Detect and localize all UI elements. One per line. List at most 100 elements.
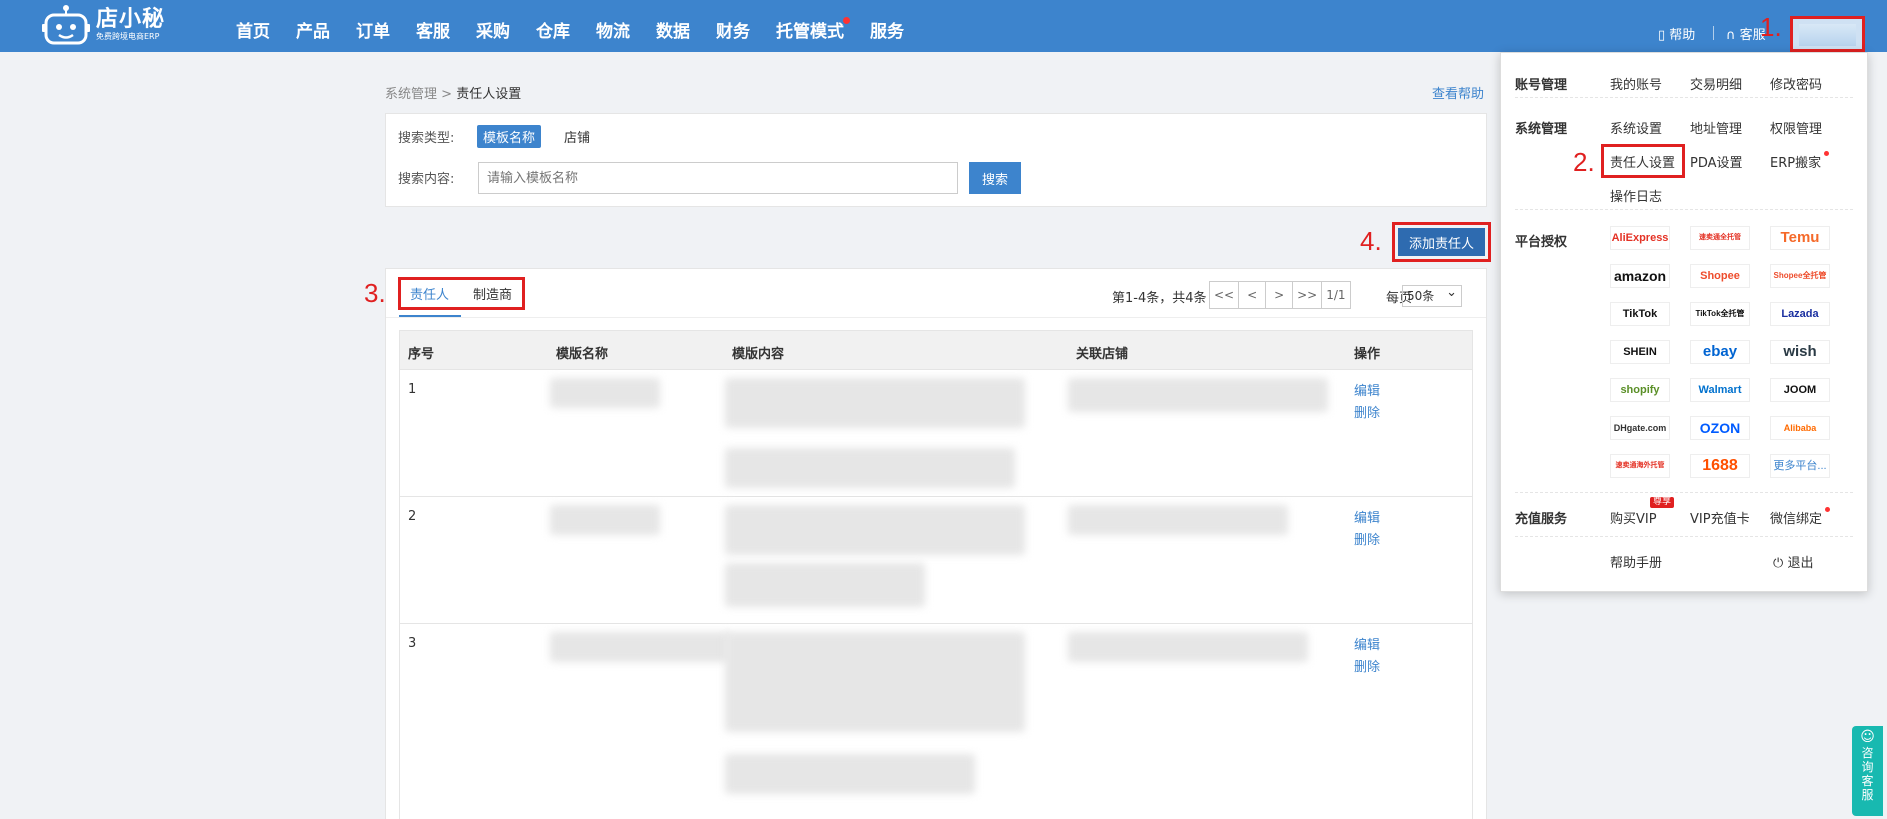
nav-customer-service[interactable]: 客服 (416, 0, 450, 52)
per-page-select[interactable]: 50条 (1402, 283, 1462, 307)
user-avatar-button[interactable] (1790, 16, 1865, 52)
th-template-name: 模版名称 (556, 347, 609, 362)
blurred-content (1068, 378, 1328, 412)
pager-prev[interactable]: < (1239, 282, 1267, 308)
table-header: 序号 模版名称 模版内容 关联店铺 操作 (399, 330, 1473, 370)
platform-1688[interactable]: 1688 (1690, 454, 1750, 478)
nav-services[interactable]: 服务 (870, 0, 904, 52)
row-index: 3 (408, 636, 417, 651)
dd-my-account[interactable]: 我的账号 (1610, 74, 1662, 93)
platform-shein[interactable]: SHEIN (1610, 340, 1670, 364)
dd-erp-migration-label: ERP搬家 (1770, 156, 1822, 171)
platform-shopee[interactable]: Shopee (1690, 264, 1750, 288)
dd-vip-card[interactable]: VIP充值卡 (1690, 508, 1750, 527)
edit-link[interactable]: 编辑 (1354, 380, 1380, 399)
dd-buy-vip[interactable]: 购买VIP (1610, 508, 1657, 527)
breadcrumb: 系统管理 > 责任人设置 (385, 83, 521, 102)
dd-pda-settings[interactable]: PDA设置 (1690, 152, 1743, 171)
dd-operation-log[interactable]: 操作日志 (1610, 186, 1662, 205)
platform-joom[interactable]: JOOM (1770, 378, 1830, 402)
pager-next[interactable]: > (1266, 282, 1294, 308)
tab-responsible[interactable]: 责任人 (410, 284, 449, 303)
dd-erp-migration[interactable]: ERP搬家 (1770, 151, 1830, 171)
consult-service-tab[interactable]: ☺ 咨询客服 (1852, 726, 1883, 816)
nav-data[interactable]: 数据 (656, 0, 690, 52)
annotation-4: 4. (1360, 226, 1382, 256)
edit-link[interactable]: 编辑 (1354, 507, 1380, 526)
logo[interactable]: 店小秘 免费跨境电商ERP (42, 2, 182, 48)
nav-hosting-mode[interactable]: 托管模式 (776, 0, 850, 52)
th-template-content: 模版内容 (732, 347, 785, 362)
breadcrumb-parent[interactable]: 系统管理 (385, 87, 437, 102)
platform-alibaba[interactable]: Alibaba (1770, 416, 1830, 440)
breadcrumb-separator: > (441, 87, 453, 102)
add-responsible-button[interactable]: 添加责任人 (1398, 228, 1485, 256)
table-panel: 责任人 制造商 第1-4条，共4条 << < > >> 1/1 每页 50条 序… (385, 268, 1487, 819)
platform-walmart[interactable]: Walmart (1690, 378, 1750, 402)
nav-warehouse[interactable]: 仓库 (536, 0, 570, 52)
top-nav-bar: 店小秘 免费跨境电商ERP 首页 产品 订单 客服 采购 仓库 物流 数据 财务… (0, 0, 1887, 52)
dd-transactions[interactable]: 交易明细 (1690, 74, 1742, 93)
main-nav: 首页 产品 订单 客服 采购 仓库 物流 数据 财务 托管模式 服务 (236, 0, 930, 52)
pager-first[interactable]: << (1210, 282, 1240, 308)
dd-address-management[interactable]: 地址管理 (1690, 118, 1742, 137)
pager-last[interactable]: >> (1293, 282, 1323, 308)
th-index: 序号 (408, 347, 435, 362)
platform-lazada[interactable]: Lazada (1770, 302, 1830, 326)
dd-logout[interactable]: ⏻ 退出 (1773, 552, 1813, 571)
search-button[interactable]: 搜索 (969, 162, 1021, 194)
search-type-label: 搜索类型: (398, 131, 455, 146)
header-help-link[interactable]: ▯ 帮助 (1658, 24, 1695, 43)
delete-link[interactable]: 删除 (1354, 529, 1380, 548)
agent-icon: ☺ (1860, 729, 1875, 745)
dd-section-platform: 平台授权 AliExpress 速卖通全托管 Temu amazon Shope… (1515, 210, 1853, 493)
headset-icon: ∩ (1726, 28, 1736, 43)
nav-purchase[interactable]: 采购 (476, 0, 510, 52)
platform-dhgate[interactable]: DHgate.com (1610, 416, 1670, 440)
dd-wechat-bind-label: 微信绑定 (1770, 512, 1823, 527)
nav-orders[interactable]: 订单 (356, 0, 390, 52)
platform-shopee-managed[interactable]: Shopee全托管 (1770, 264, 1830, 288)
pagination: << < > >> 1/1 (1209, 281, 1351, 309)
platform-ebay[interactable]: ebay (1690, 340, 1750, 364)
tab-manufacturer[interactable]: 制造商 (473, 284, 512, 303)
edit-link[interactable]: 编辑 (1354, 634, 1380, 653)
platform-temu[interactable]: Temu (1770, 226, 1830, 250)
platform-shopify[interactable]: shopify (1610, 378, 1670, 402)
table-row: 2 编辑 删除 (399, 497, 1473, 624)
annotation-3: 3. (364, 278, 386, 308)
breadcrumb-current: 责任人设置 (456, 87, 522, 102)
dd-permission-management[interactable]: 权限管理 (1770, 118, 1822, 137)
blurred-content (550, 632, 730, 662)
delete-link[interactable]: 删除 (1354, 402, 1380, 421)
dd-help-manual[interactable]: 帮助手册 (1610, 552, 1662, 571)
delete-link[interactable]: 删除 (1354, 656, 1380, 675)
platform-tiktok-managed[interactable]: TikTok全托管 (1690, 302, 1750, 326)
tabs-divider (386, 317, 1486, 318)
dd-change-password[interactable]: 修改密码 (1770, 74, 1822, 93)
platform-aliexpress-managed[interactable]: 速卖通全托管 (1690, 226, 1750, 250)
platform-more[interactable]: 更多平台... (1770, 454, 1830, 478)
nav-home[interactable]: 首页 (236, 0, 270, 52)
consult-service-label: 咨询客服 (1861, 746, 1874, 802)
platform-aliexpress-overseas[interactable]: 速卖通海外托管 (1610, 454, 1670, 478)
user-dropdown-menu: 账号管理 我的账号 交易明细 修改密码 系统管理 系统设置 地址管理 权限管理 … (1500, 52, 1868, 592)
nav-finance[interactable]: 财务 (716, 0, 750, 52)
platform-ozon[interactable]: OZON (1690, 416, 1750, 440)
dd-section-account: 账号管理 我的账号 交易明细 修改密码 (1515, 53, 1853, 98)
platform-aliexpress[interactable]: AliExpress (1610, 226, 1670, 250)
nav-logistics[interactable]: 物流 (596, 0, 630, 52)
platform-tiktok[interactable]: TikTok (1610, 302, 1670, 326)
view-help-link[interactable]: 查看帮助 (1432, 83, 1484, 102)
nav-products[interactable]: 产品 (296, 0, 330, 52)
dd-wechat-bind[interactable]: 微信绑定 (1770, 507, 1831, 527)
dd-system-settings[interactable]: 系统设置 (1610, 118, 1662, 137)
search-input[interactable] (478, 162, 958, 194)
platform-wish[interactable]: wish (1770, 340, 1830, 364)
book-icon: ▯ (1658, 28, 1666, 43)
row-index: 2 (408, 509, 417, 524)
platform-amazon[interactable]: amazon (1610, 264, 1670, 288)
search-type-template-name[interactable]: 模板名称 (477, 125, 542, 148)
power-icon: ⏻ (1773, 556, 1784, 571)
search-type-shop[interactable]: 店铺 (558, 125, 596, 148)
